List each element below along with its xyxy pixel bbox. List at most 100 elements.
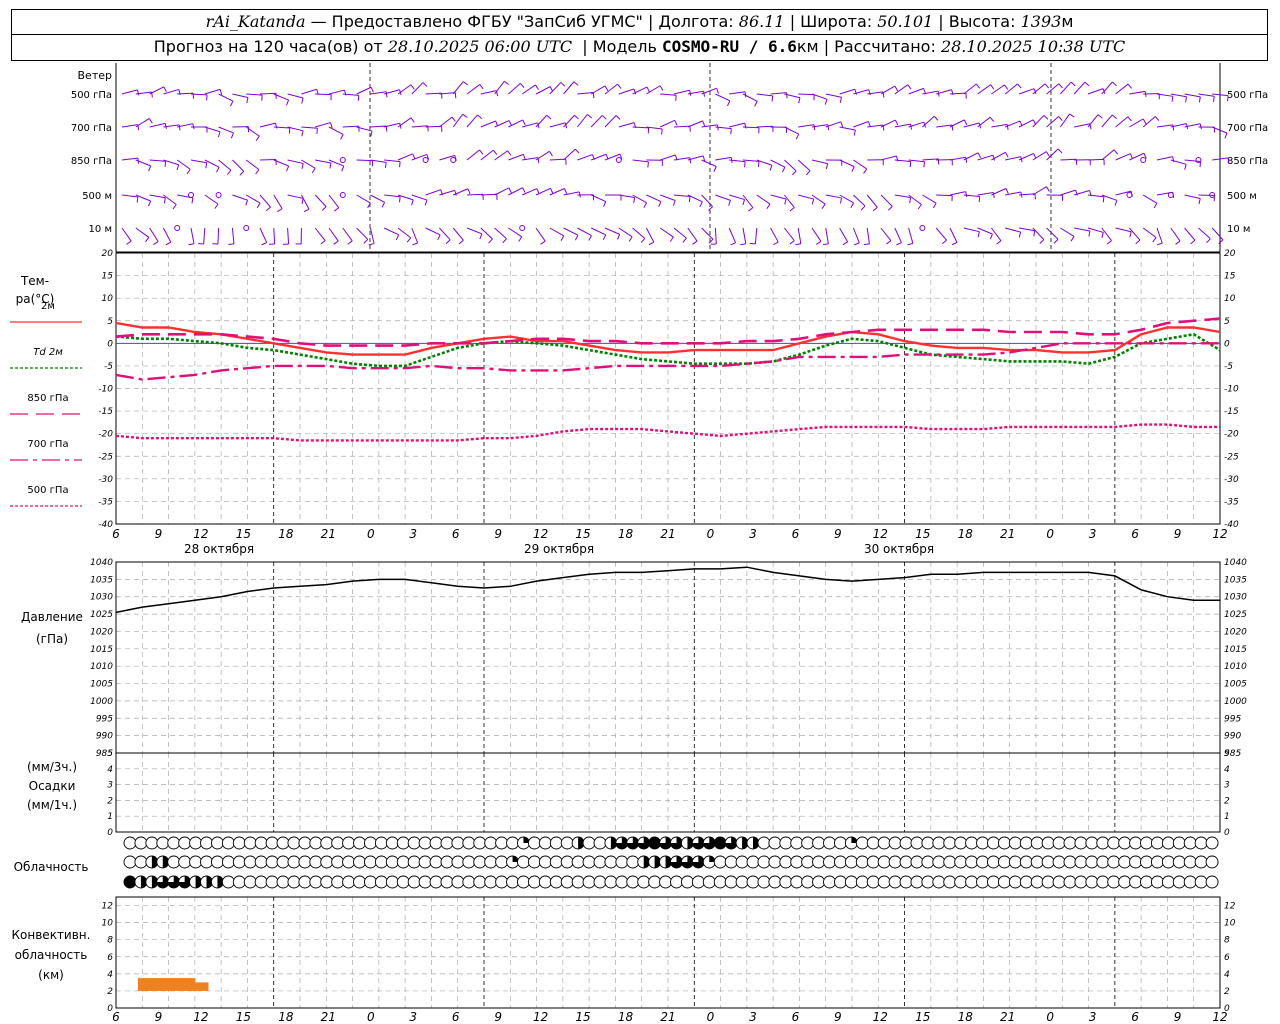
cloud-circle [1019, 855, 1033, 869]
conv-xtick: 21 [1000, 1010, 1015, 1024]
cloud-cover-icon [265, 875, 279, 889]
wind-barb-flag [769, 165, 773, 171]
wind-barb-icon [770, 92, 787, 95]
wind-barb-icon [701, 227, 714, 240]
cloud-cover-icon [987, 855, 1000, 869]
wind-barb-flag [909, 161, 912, 168]
cloud-cover-icon [407, 836, 421, 850]
wind-barb-icon [949, 119, 965, 128]
cloud-cover-icon [691, 855, 705, 869]
cloud-cover-icon [145, 855, 159, 869]
cloud-cover-icon [582, 875, 596, 889]
wind-barb-icon [963, 227, 980, 233]
cloud-circle [560, 836, 574, 850]
cloud-cover-icon [221, 855, 235, 869]
cloud-cover-icon [418, 855, 432, 869]
cloud-circle [1063, 855, 1077, 869]
wind-barb-icon [1115, 227, 1132, 233]
cloud-circle [1172, 875, 1186, 889]
cloud-circle [353, 855, 366, 869]
cloud-cover-icon [287, 875, 301, 889]
cloud-circle [1030, 875, 1044, 889]
wind-barb-icon [218, 126, 234, 134]
cloud-circle [232, 855, 246, 869]
cloud-circle [801, 836, 815, 850]
wind-barb-icon [452, 227, 464, 241]
cloud-cover-icon [123, 855, 137, 869]
cloud-circle [276, 875, 290, 889]
cloud-cover-icon [309, 875, 323, 889]
wind-barb-flag [1175, 240, 1181, 245]
cloud-circle [254, 836, 268, 850]
conv-cloud-bar [159, 978, 165, 991]
cloud-cover-icon [834, 836, 847, 850]
temp-ytick-right: 15 [1224, 272, 1236, 282]
wind-barb-flag [1102, 196, 1105, 203]
wind-barb-flag [748, 207, 754, 212]
wind-barb-flag [1127, 83, 1133, 89]
wind-barb-flag [617, 83, 622, 89]
cloud-cover-icon [473, 855, 487, 869]
wind-barb-icon [439, 227, 451, 241]
wind-barb-flag [1112, 81, 1117, 87]
cloud-circle [1183, 855, 1197, 869]
temp-xtick: 6 [1131, 527, 1139, 541]
wind-barb-icon [673, 194, 690, 198]
conv-ytick-right: 10 [1224, 919, 1236, 929]
wind-barb-flag [303, 208, 310, 213]
cloud-circle [473, 836, 487, 850]
temp-ytick: 10 [102, 294, 114, 304]
wind-barb-flag [592, 92, 595, 99]
cloud-circle [364, 875, 377, 889]
cloud-cover-icon [932, 836, 946, 850]
wind-barb-icon [825, 93, 842, 98]
cloud-cover-icon [309, 836, 323, 850]
cloud-cover-icon [713, 836, 727, 850]
cloud-cover-icon [560, 836, 574, 850]
cloud-cover-icon [1118, 836, 1132, 850]
wind-barb-icon [383, 227, 399, 236]
wind-barb-flag [1005, 188, 1009, 194]
cloud-circle [1019, 836, 1033, 850]
wind-barb-flag [975, 83, 981, 89]
wind-barb-icon [825, 121, 842, 128]
wind-barb-flag [165, 241, 172, 246]
cloud-cover-icon [604, 875, 618, 889]
cloud-cover-icon [866, 875, 880, 889]
cloud-circle [1150, 836, 1164, 850]
wind-barb-flag [661, 128, 663, 135]
cloud-circle [374, 836, 388, 850]
cloud-circle [571, 855, 585, 869]
wind-barb-icon [866, 227, 870, 244]
cloud-circle [440, 836, 454, 850]
wind-barb-flag [1153, 202, 1158, 209]
cloud-circle [189, 836, 203, 850]
wind-barb-icon [908, 159, 925, 163]
cloud-cover-icon [626, 855, 640, 869]
cloud-cover-icon [943, 875, 957, 889]
cloud-cover-icon [691, 836, 705, 850]
cloud-circle [1140, 836, 1153, 850]
pressure-ytick-right: 1005 [1224, 680, 1247, 690]
cloud-cover-icon [440, 836, 454, 850]
cloud-cover-icon [320, 875, 334, 889]
wind-barb-icon [1101, 81, 1113, 95]
cloud-cover-icon [965, 836, 979, 850]
cloud-cover-icon [374, 836, 388, 850]
cloud-circle [243, 875, 257, 889]
cloud-cover-icon [768, 875, 782, 889]
wind-barb-icon [121, 194, 138, 198]
wind-barb-icon [176, 159, 191, 170]
wind-barb-icon [162, 227, 172, 243]
cloud-cover-icon [407, 875, 421, 889]
cloud-circle [757, 836, 771, 850]
temp-xtick: 12 [873, 527, 888, 541]
wind-barb-flag [640, 238, 646, 243]
cloud-cover-icon [1161, 855, 1175, 869]
cloud-circle [1161, 855, 1175, 869]
pressure-ytick-right: 1025 [1224, 610, 1247, 620]
wind-barb-icon [149, 194, 166, 199]
wind-barb-icon [977, 227, 993, 235]
cloud-cover-icon [527, 855, 541, 869]
cloud-circle [396, 875, 410, 889]
